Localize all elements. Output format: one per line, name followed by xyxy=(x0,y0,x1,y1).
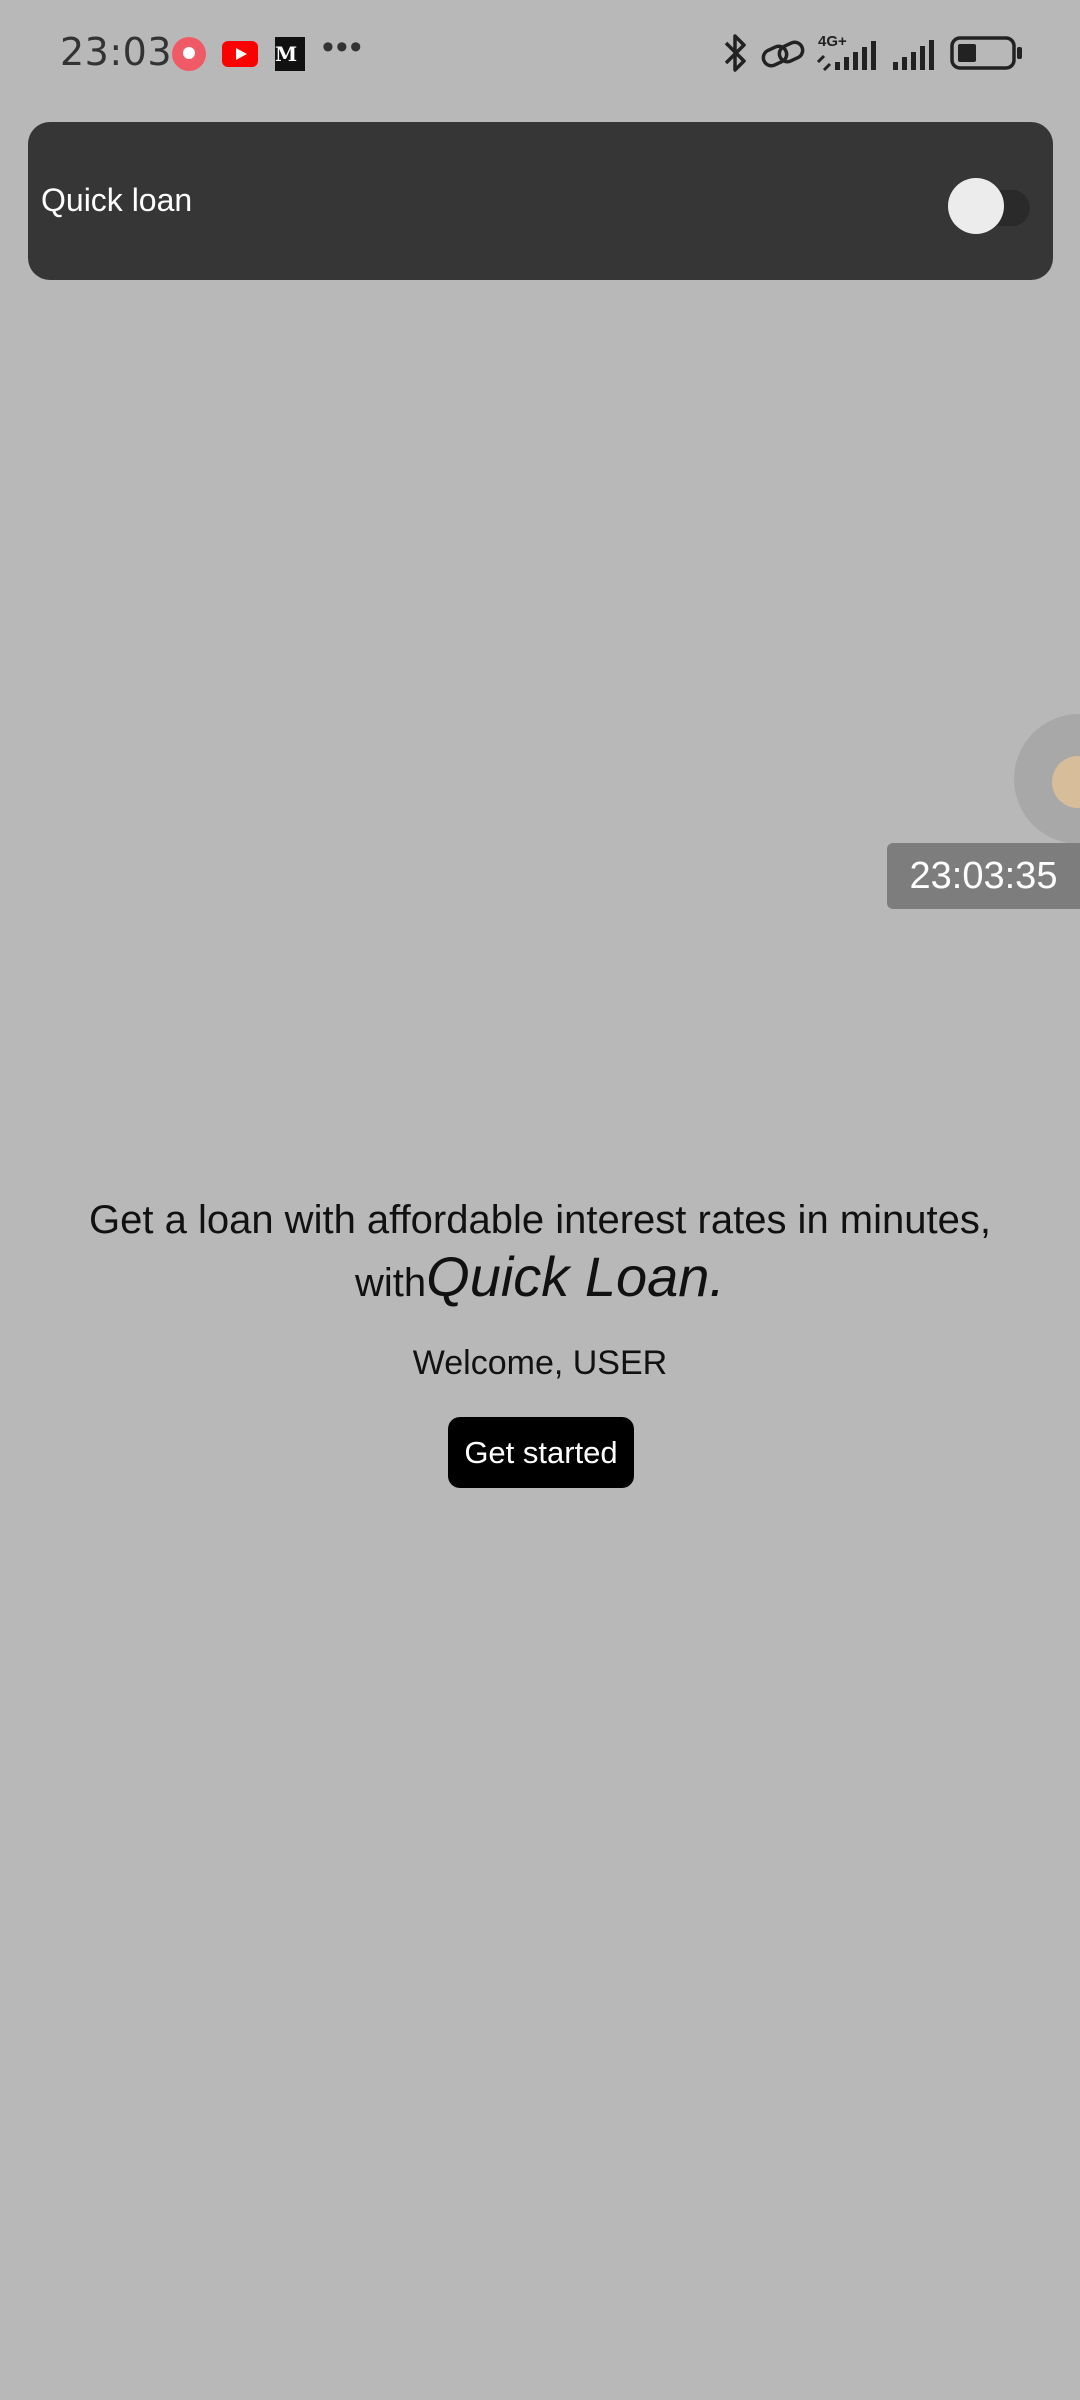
bubble-avatar-icon xyxy=(1052,756,1080,808)
app-screen: 23:03 M ••• 4G+ Quick loan 23:03:35 Get … xyxy=(0,0,1080,2400)
music-icon xyxy=(172,37,206,71)
theme-toggle[interactable] xyxy=(920,174,1038,234)
battery-icon xyxy=(950,36,1022,70)
toggle-thumb xyxy=(948,178,1004,234)
medium-icon: M xyxy=(275,37,305,71)
clock-overlay: 23:03:35 xyxy=(887,843,1080,909)
status-bar: 23:03 M ••• 4G+ xyxy=(0,0,1080,108)
welcome-text: Welcome, USER xyxy=(412,1344,668,1382)
floating-bubble[interactable] xyxy=(1014,714,1080,844)
signal-icon: 4G+ xyxy=(816,33,876,72)
signal-icon xyxy=(893,40,934,70)
more-dots-icon: ••• xyxy=(322,28,364,66)
network-label: 4G+ xyxy=(818,33,847,50)
hero-headline: Get a loan with affordable interest rate… xyxy=(89,1198,991,1242)
link-icon xyxy=(761,40,805,68)
toolbar-title: Quick loan xyxy=(41,182,193,218)
hero-brand-line: withQuick Loan. xyxy=(40,1244,1040,1309)
get-started-button[interactable]: Get started xyxy=(448,1417,634,1488)
app-toolbar: Quick loan xyxy=(28,122,1053,280)
brand-name: Quick Loan. xyxy=(426,1245,725,1308)
bluetooth-icon xyxy=(724,34,746,72)
status-time: 23:03 xyxy=(60,30,173,74)
youtube-icon xyxy=(222,41,258,67)
hero-with-text: with xyxy=(355,1261,427,1305)
